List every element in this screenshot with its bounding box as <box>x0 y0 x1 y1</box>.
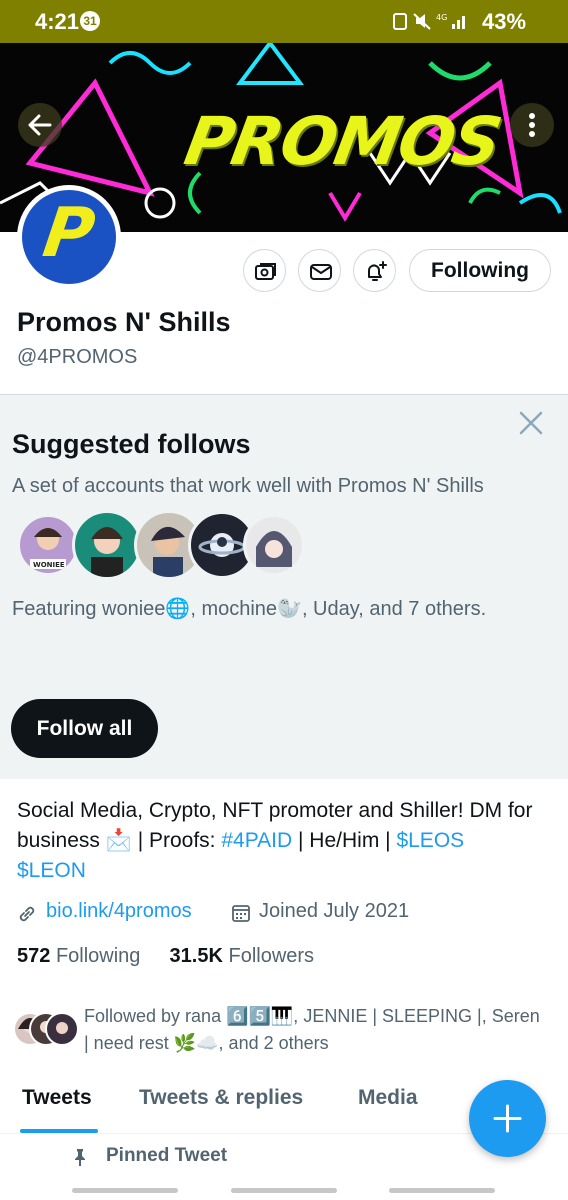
profile-avatar[interactable]: P <box>17 185 121 289</box>
close-icon[interactable] <box>518 410 544 436</box>
user-handle: @4PROMOS <box>17 346 138 368</box>
tab-tweets-and-replies[interactable]: Tweets & replies <box>139 1086 303 1110</box>
more-options-button[interactable] <box>510 103 554 147</box>
following-count-link[interactable]: 572 Following <box>17 945 140 967</box>
banner-title: PROMOS <box>179 103 506 180</box>
suggested-avatars[interactable]: WONIEE <box>17 509 317 589</box>
battery-level: 43% <box>482 9 527 34</box>
nav-back[interactable] <box>389 1188 495 1193</box>
status-bar: 4:21 31 4G 43% <box>0 0 568 43</box>
following-button[interactable]: Following <box>409 249 551 292</box>
subscribe-icon <box>255 263 276 280</box>
pin-icon <box>75 1149 85 1166</box>
back-button[interactable] <box>18 103 62 147</box>
svg-text:4G: 4G <box>436 13 447 22</box>
followed-by[interactable]: Followed by rana 6️⃣5️⃣🎹, JENNIE | SLEEP… <box>12 1003 552 1063</box>
plus-icon <box>493 1104 522 1133</box>
more-vertical-icon <box>529 113 535 137</box>
cashtag-link[interactable]: $LEON <box>17 859 86 882</box>
nav-recents[interactable] <box>72 1188 178 1193</box>
tab-media[interactable]: Media <box>358 1086 418 1110</box>
suggested-follows-title: Suggested follows <box>12 429 251 459</box>
avatar-badge-text: WONIEE <box>33 561 65 569</box>
profile-website-link[interactable]: bio.link/4promos <box>46 900 192 923</box>
system-nav-bar <box>0 1186 568 1200</box>
cashtag-link[interactable]: $LEOS <box>396 829 464 852</box>
compose-tweet-button[interactable] <box>469 1080 546 1157</box>
arrow-left-icon <box>28 114 52 136</box>
followers-count-link[interactable]: 31.5K Followers <box>170 945 315 967</box>
featuring-text: Featuring woniee🌐, mochine🦭, Uday, and 7… <box>12 598 487 620</box>
following-count: 572 <box>17 945 51 967</box>
suggested-follows-panel: Suggested follows A set of accounts that… <box>0 394 568 779</box>
avatar-letter: P <box>38 194 100 273</box>
link-icon <box>19 906 35 922</box>
notification-count-badge: 31 <box>80 11 100 31</box>
suggested-avatar: WONIEE <box>17 514 79 576</box>
tab-tweets[interactable]: Tweets <box>22 1086 92 1110</box>
active-tab-indicator <box>20 1129 98 1133</box>
bio-text-middle: | He/Him | <box>292 829 397 852</box>
suggested-avatar <box>72 510 142 580</box>
calendar-icon <box>232 905 250 922</box>
joined-date: Joined July 2021 <box>259 900 410 922</box>
followers-label: Followers <box>228 945 315 967</box>
hashtag-link[interactable]: #4PAID <box>221 829 292 852</box>
follow-all-button[interactable]: Follow all <box>11 699 158 758</box>
display-name: Promos N' Shills <box>17 307 231 337</box>
avatar-image: P <box>22 190 116 284</box>
status-icons: 4G <box>393 13 465 30</box>
followers-count: 31.5K <box>169 945 223 967</box>
subscribe-button[interactable] <box>243 249 286 292</box>
following-label: Following <box>55 945 141 967</box>
suggested-avatar <box>243 514 305 576</box>
followed-by-avatars <box>13 1012 79 1046</box>
nav-home[interactable] <box>231 1188 337 1193</box>
message-icon <box>310 264 332 280</box>
profile-bio: Social Media, Crypto, NFT promoter and S… <box>17 796 547 886</box>
notifications-icon <box>368 261 387 281</box>
pinned-tweet-text: Pinned Tweet <box>106 1145 228 1166</box>
status-time: 4:21 <box>35 9 80 34</box>
suggested-follows-subtitle: A set of accounts that work well with Pr… <box>12 475 484 497</box>
message-button[interactable] <box>298 249 341 292</box>
follow-counts: 572 Following 31.5K Followers <box>17 945 314 968</box>
notifications-button[interactable] <box>353 249 396 292</box>
followed-by-text: Followed by rana 6️⃣5️⃣🎹, JENNIE | SLEEP… <box>84 1006 540 1053</box>
